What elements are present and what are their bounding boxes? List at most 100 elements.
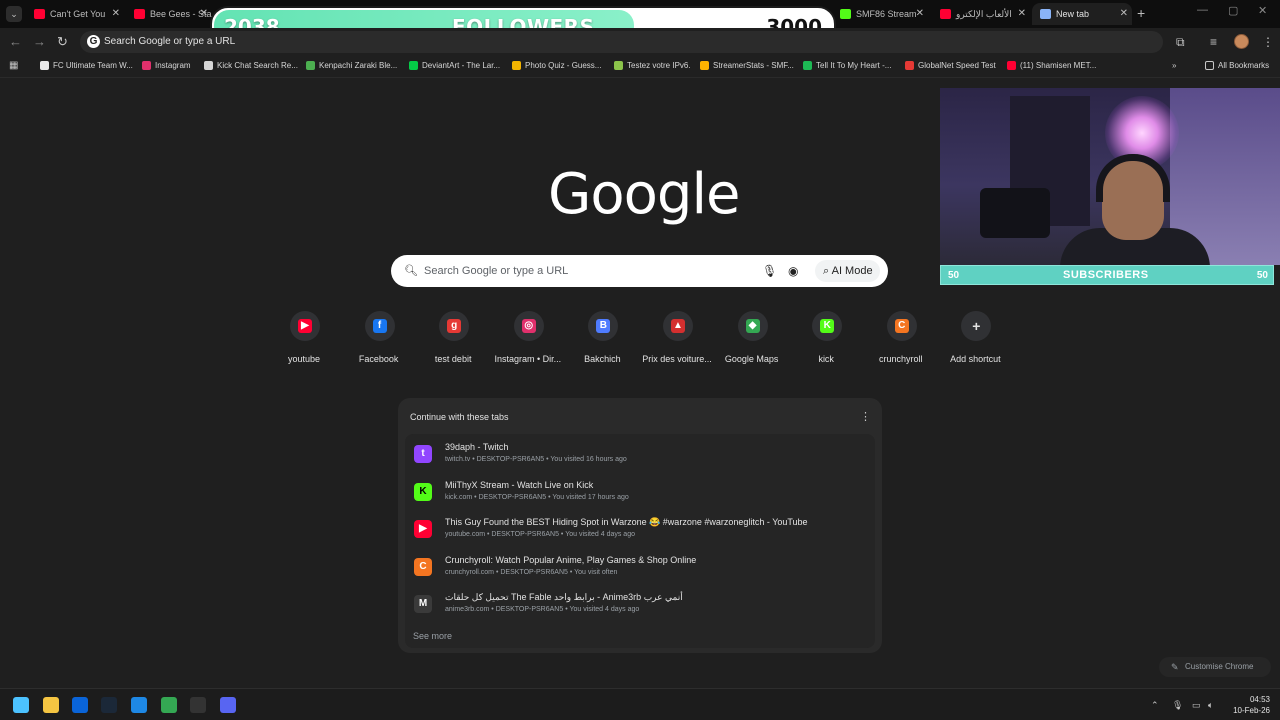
close-tab-icon[interactable]: ✕ xyxy=(916,3,924,25)
tab-search-button[interactable]: ⌄ xyxy=(6,6,22,22)
continue-tab-title: Crunchyroll: Watch Popular Anime, Play G… xyxy=(445,554,697,565)
crunchyroll-icon: C xyxy=(894,319,909,333)
continue-tab-row[interactable]: ▶ This Guy Found the BEST Hiding Spot in … xyxy=(405,511,875,547)
customise-chrome-button[interactable]: ✎ Customise Chrome xyxy=(1159,657,1271,677)
close-tab-icon[interactable]: ✕ xyxy=(1120,3,1128,25)
shortcut-tile[interactable]: Ccrunchyroll xyxy=(862,311,940,371)
bookmark-item[interactable]: (11) Shamisen MET... xyxy=(1007,61,1096,70)
apps-grid-icon[interactable]: ▦ xyxy=(9,60,18,71)
taskbar: ⌃ 🎙︎ ▭ 🔈︎ 04:53 10-Feb-26 xyxy=(0,688,1280,720)
shortcut-tile[interactable]: ▲ Prix des voiture... xyxy=(638,311,716,371)
chrome-icon[interactable] xyxy=(161,697,177,713)
browser-tab[interactable]: Can't Get You ✕ xyxy=(26,3,124,25)
extensions-icon[interactable]: ⧉ xyxy=(1176,35,1185,50)
new-tab-button[interactable]: + xyxy=(1137,5,1145,21)
ai-mode-button[interactable]: ⌕ AI Mode xyxy=(815,260,880,282)
outlook-icon[interactable] xyxy=(72,697,88,713)
steam-icon[interactable] xyxy=(101,697,117,713)
folder-icon xyxy=(1205,61,1214,70)
browser-tab[interactable]: Bee Gees - Sta ✕ xyxy=(126,3,212,25)
shortcut-tile[interactable]: f Facebook xyxy=(340,311,418,371)
shortcut-label: Bakchich xyxy=(584,354,621,364)
all-bookmarks-button[interactable]: All Bookmarks xyxy=(1205,61,1269,70)
maximize-icon[interactable]: ▢ xyxy=(1228,4,1238,17)
bookmark-item[interactable]: StreamerStats - SMF... xyxy=(700,61,794,70)
shortcut-tile[interactable]: ◎ Instagram • Dir... xyxy=(489,311,567,371)
shortcut-tile[interactable]: ◆ Google Maps xyxy=(713,311,791,371)
bookmark-item[interactable]: Instagram xyxy=(142,61,191,70)
continue-tab-row[interactable]: K MiiThyX Stream - Watch Live on Kick kick… xyxy=(405,474,875,510)
clock[interactable]: 04:53 10-Feb-26 xyxy=(1228,694,1270,716)
continue-tab-row[interactable]: t 39daph - Twitch twitch.tv • DESKTOP-PSR6… xyxy=(405,436,875,472)
kick-icon xyxy=(840,9,851,19)
shortcut-tile[interactable]: Kkick xyxy=(787,311,865,371)
facebook-icon: f xyxy=(372,319,387,333)
ai-mode-icon: ⌕ xyxy=(823,265,832,277)
minimize-icon[interactable]: — xyxy=(1197,4,1208,16)
browser-tab[interactable]: SMF86 Stream ✕ xyxy=(832,3,928,25)
card-menu-icon[interactable]: ⋮ xyxy=(860,410,871,423)
menu-icon[interactable]: ⋮ xyxy=(1262,35,1274,49)
shortcut-label: test debit xyxy=(434,354,472,364)
quiz-icon xyxy=(512,61,521,70)
close-tab-icon[interactable]: ✕ xyxy=(200,3,208,25)
search-box[interactable]: 🔍︎ Search Google or type a URL 🎙︎ ◉ ⌕ AI… xyxy=(391,255,888,287)
youtube-icon xyxy=(940,9,951,19)
media-controls-icon[interactable]: ≡ xyxy=(1210,35,1217,49)
bookmark-label: StreamerStats - SMF... xyxy=(713,61,794,70)
windows-start-icon[interactable] xyxy=(13,697,29,713)
obs-icon[interactable] xyxy=(190,697,206,713)
profile-avatar[interactable] xyxy=(1234,34,1249,49)
bookmark-item[interactable]: Kick Chat Search Re... xyxy=(204,61,298,70)
close-tab-icon[interactable]: ✕ xyxy=(112,3,120,25)
shortcut-tile[interactable]: g test debit xyxy=(414,311,492,371)
continue-tabs-list: t 39daph - Twitch twitch.tv • DESKTOP-PSR6… xyxy=(405,434,875,648)
shortcut-label: crunchyroll xyxy=(879,354,923,364)
spotify-icon xyxy=(803,61,812,70)
browser-tab[interactable]: New tab ✕ xyxy=(1032,3,1132,25)
app-blue-icon[interactable] xyxy=(131,697,147,713)
microphone-icon[interactable]: 🎙︎ xyxy=(1172,700,1183,711)
clock-date: 10-Feb-26 xyxy=(1233,706,1270,715)
continue-tab-title: 39daph - Twitch xyxy=(445,442,509,452)
clock-time: 04:53 xyxy=(1249,695,1270,704)
voice-search-icon[interactable]: 🎙︎ xyxy=(762,264,777,278)
bookmark-item[interactable]: Tell It To My Heart -... xyxy=(803,61,891,70)
continue-tab-row[interactable]: M تحميل كل حلقات The Fable برابط واحد - A… xyxy=(405,586,875,622)
bookmark-item[interactable]: Photo Quiz - Guess... xyxy=(512,61,601,70)
see-more-link[interactable]: See more xyxy=(413,631,452,641)
youtube-icon: ▶ xyxy=(298,319,312,333)
shortcut-tile[interactable]: ▶ youtube xyxy=(265,311,343,371)
continue-tab-subtitle: crunchyroll.com • DESKTOP-PSR6AN5 • You … xyxy=(445,568,618,576)
file-explorer-icon[interactable] xyxy=(43,697,59,713)
continue-tab-title: تحميل كل حلقات The Fable برابط واحد - An… xyxy=(445,592,683,602)
bookmark-item[interactable]: Testez votre IPv6. xyxy=(614,61,691,70)
bookmark-label: Kenpachi Zaraki Ble... xyxy=(319,61,398,70)
shortcut-tile[interactable]: + Add shortcut xyxy=(936,311,1014,371)
browser-tab[interactable]: الألعاب الإلكترو ✕ xyxy=(932,3,1030,25)
bookmark-item[interactable]: FC Ultimate Team W... xyxy=(40,61,133,70)
shortcut-label: kick xyxy=(818,354,834,364)
forward-icon[interactable]: → xyxy=(33,34,46,49)
google-maps-icon: ◆ xyxy=(745,319,760,333)
close-tab-icon[interactable]: ✕ xyxy=(1018,3,1026,25)
search-input[interactable]: Search Google or type a URL xyxy=(424,265,568,277)
shortcut-tile[interactable]: B Bakchich xyxy=(563,311,641,371)
bookmark-item[interactable]: GlobalNet Speed Test xyxy=(905,61,996,70)
volume-icon[interactable]: 🔈︎ xyxy=(1208,700,1213,711)
network-icon[interactable]: ▭ xyxy=(1192,700,1201,711)
close-window-icon[interactable]: ✕ xyxy=(1258,4,1267,17)
bookmark-item[interactable]: Kenpachi Zaraki Ble... xyxy=(306,61,397,70)
back-icon[interactable]: ← xyxy=(9,34,22,49)
fc-icon xyxy=(40,61,49,70)
discord-icon[interactable] xyxy=(220,697,236,713)
address-bar[interactable]: G Search Google or type a URL xyxy=(80,31,1163,53)
bleach-icon xyxy=(306,61,315,70)
bookmark-item[interactable]: DeviantArt - The Lar... xyxy=(409,61,500,70)
tray-chevron-icon[interactable]: ⌃ xyxy=(1151,700,1159,711)
google-lens-icon[interactable]: ◉ xyxy=(788,264,798,278)
reload-icon[interactable]: ↻ xyxy=(57,34,68,50)
continue-tab-row[interactable]: C Crunchyroll: Watch Popular Anime, Play … xyxy=(405,549,875,585)
more-bookmarks-icon[interactable]: » xyxy=(1172,61,1176,70)
speedtest-icon xyxy=(905,61,914,70)
